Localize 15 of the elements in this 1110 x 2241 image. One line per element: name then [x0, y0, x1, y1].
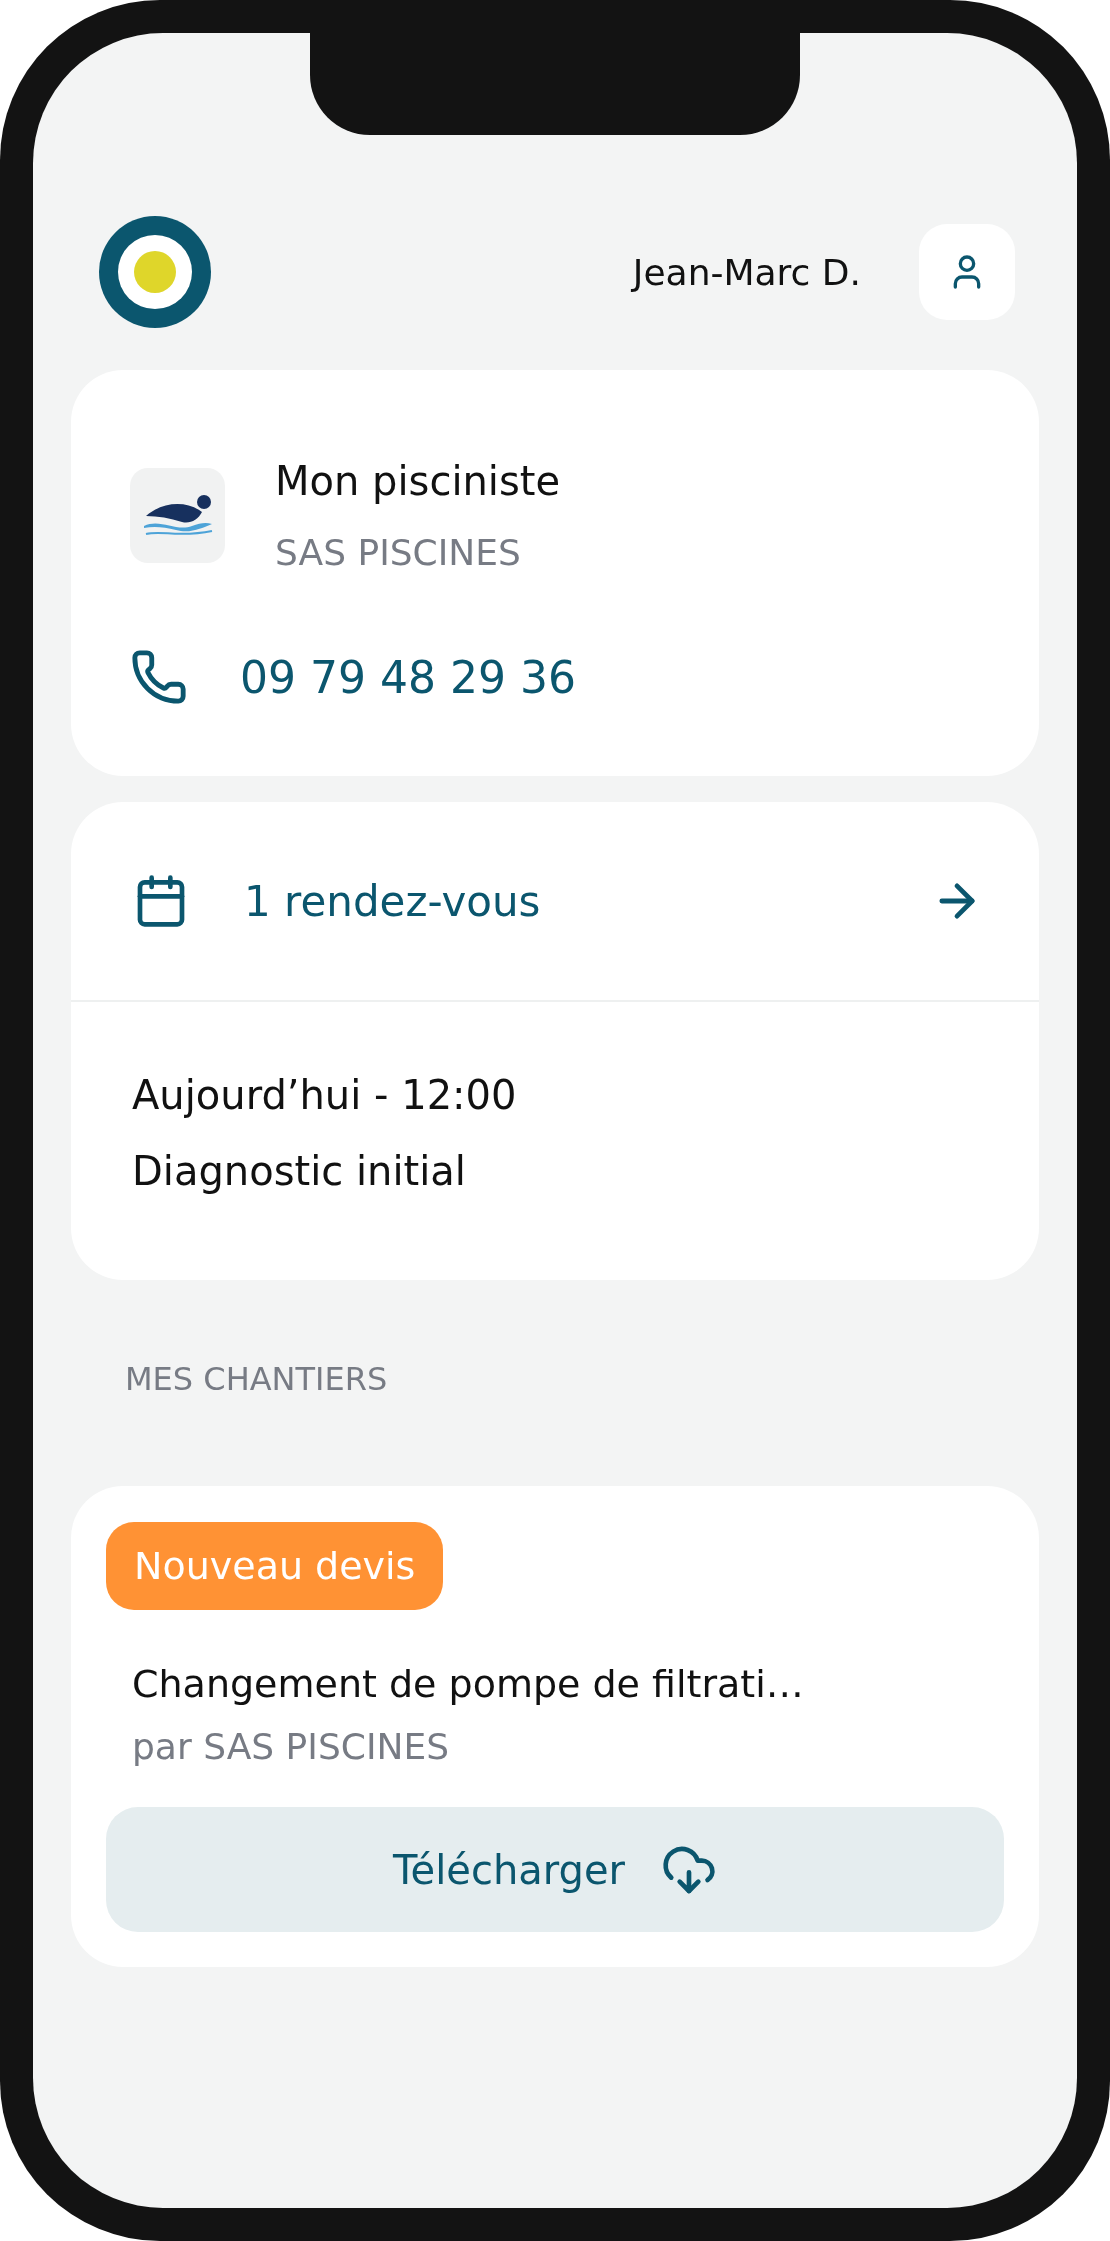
appointment-title: Diagnostic initial — [132, 1148, 467, 1194]
project-title: Changement de pompe de filtrati… — [132, 1662, 805, 1706]
project-company: par SAS PISCINES — [132, 1726, 451, 1767]
swimmer-icon — [141, 493, 214, 538]
section-heading: MES CHANTIERS — [125, 1360, 389, 1398]
status-badge: Nouveau devis — [106, 1522, 444, 1610]
phone-link[interactable]: 09 79 48 29 36 — [240, 651, 576, 703]
appointments-link[interactable]: 1 rendez-vous — [244, 876, 541, 926]
profile-button[interactable] — [919, 224, 1015, 320]
download-button[interactable]: Télécharger — [106, 1807, 1004, 1932]
user-name: Jean-Marc D. — [632, 251, 861, 293]
appointment-time: Aujourd’hui - 12:00 — [132, 1072, 518, 1118]
phone-icon — [130, 648, 188, 706]
card-title: Mon pisciniste — [275, 458, 561, 504]
company-name: SAS PISCINES — [275, 532, 522, 573]
